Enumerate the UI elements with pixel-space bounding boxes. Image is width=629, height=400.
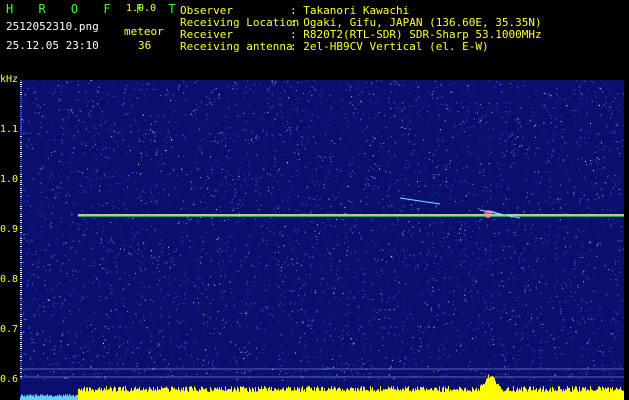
meteor-burst [484, 210, 492, 218]
meteor-echo [399, 197, 441, 205]
file-datetime: 25.12.05 23:10 [6, 39, 99, 52]
spectrogram-area [20, 80, 624, 400]
meteor-label: meteor [124, 25, 164, 38]
y-tick-label: 0.8 [0, 274, 19, 285]
y-tick-label: 0.7 [0, 324, 19, 335]
y-tick-label: 1.0 [0, 174, 19, 185]
antenna-label: Receiving antenna [180, 40, 293, 53]
file-name: 2512052310.png [6, 20, 99, 33]
app-version: 1.0.0 [126, 3, 157, 14]
meteor-count: 36 [138, 39, 152, 52]
y-tick-label: 0.6 [0, 374, 19, 385]
y-tick-label: 1.1 [0, 124, 19, 135]
header-panel: H R O F F T 1.0.0 2512052310.png 25.12.0… [0, 0, 629, 72]
app-logo: H R O F F T [6, 2, 185, 16]
y-axis-unit: kHz [0, 74, 19, 85]
y-tick-label: 0.9 [0, 224, 19, 235]
spectrogram [20, 80, 624, 400]
antenna-value: : 2el-HB9CV Vertical (el. E-W) [290, 40, 489, 53]
